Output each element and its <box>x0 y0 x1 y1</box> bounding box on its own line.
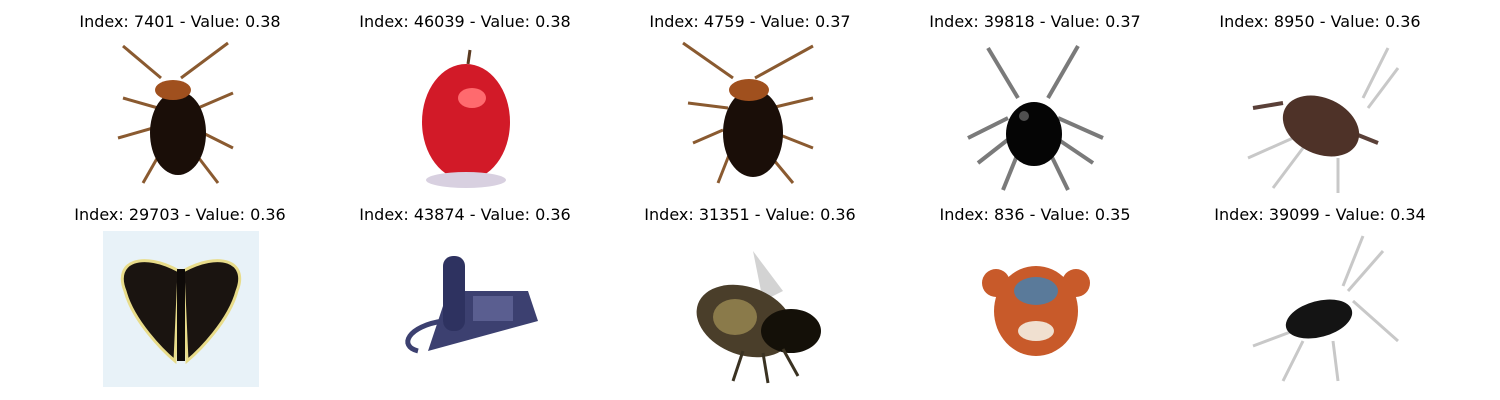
cockroach-image <box>103 38 259 194</box>
cockroach-image <box>1243 38 1399 194</box>
image-panel-8: Index: 31351 - Value: 0.36 <box>610 205 890 395</box>
cockroach-image <box>673 38 829 194</box>
image-panel-2: Index: 46039 - Value: 0.38 <box>325 12 605 202</box>
crab-image <box>958 231 1114 387</box>
panel-title: Index: 4759 - Value: 0.37 <box>649 12 851 31</box>
panel-title: Index: 46039 - Value: 0.38 <box>359 12 571 31</box>
image-panel-3: Index: 4759 - Value: 0.37 <box>610 12 890 202</box>
bee-image <box>673 231 829 387</box>
panel-title: Index: 39818 - Value: 0.37 <box>929 12 1141 31</box>
panel-title: Index: 29703 - Value: 0.36 <box>74 205 286 224</box>
image-panel-6: Index: 29703 - Value: 0.36 <box>40 205 320 395</box>
panel-title: Index: 43874 - Value: 0.36 <box>359 205 571 224</box>
panel-title: Index: 31351 - Value: 0.36 <box>644 205 856 224</box>
image-panel-5: Index: 8950 - Value: 0.36 <box>1180 12 1460 202</box>
apple-image <box>388 38 544 194</box>
image-panel-7: Index: 43874 - Value: 0.36 <box>325 205 605 395</box>
spider-image <box>958 38 1114 194</box>
butterfly-image <box>103 231 259 387</box>
image-panel-9: Index: 836 - Value: 0.35 <box>895 205 1175 395</box>
image-panel-1: Index: 7401 - Value: 0.38 <box>40 12 320 202</box>
panel-title: Index: 7401 - Value: 0.38 <box>79 12 281 31</box>
cockroach-image <box>1243 231 1399 387</box>
image-panel-4: Index: 39818 - Value: 0.37 <box>895 12 1175 202</box>
panel-title: Index: 8950 - Value: 0.36 <box>1219 12 1421 31</box>
telephone-image <box>388 231 544 387</box>
image-panel-10: Index: 39099 - Value: 0.34 <box>1180 205 1460 395</box>
panel-title: Index: 39099 - Value: 0.34 <box>1214 205 1426 224</box>
panel-title: Index: 836 - Value: 0.35 <box>939 205 1131 224</box>
